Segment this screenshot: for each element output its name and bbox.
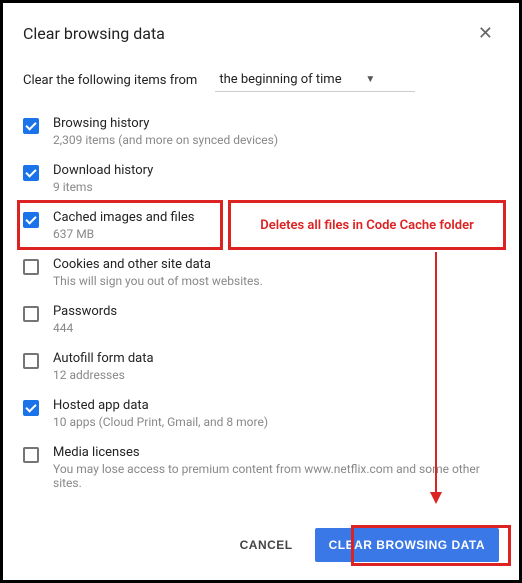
time-range-label: Clear the following items from [23, 73, 197, 88]
item-subtitle: 444 [53, 321, 499, 335]
checkbox-browsing-history[interactable] [23, 118, 39, 134]
time-range-value: the beginning of time [219, 72, 341, 87]
checkbox-hosted-app[interactable] [23, 400, 39, 416]
checkbox-cookies[interactable] [23, 259, 39, 275]
dialog-header: Clear browsing data ✕ [23, 21, 499, 46]
item-media-licenses: Media licenses You may lose access to pr… [23, 437, 499, 498]
clear-browsing-data-button[interactable]: CLEAR BROWSING DATA [315, 528, 499, 562]
items-list: Browsing history 2,309 items (and more o… [23, 108, 499, 498]
item-cookies: Cookies and other site data This will si… [23, 249, 499, 296]
item-title: Media licenses [53, 445, 499, 460]
dialog-buttons: CANCEL CLEAR BROWSING DATA [228, 528, 499, 562]
checkbox-media-licenses[interactable] [23, 447, 39, 463]
chevron-down-icon: ▼ [365, 74, 375, 85]
item-browsing-history: Browsing history 2,309 items (and more o… [23, 108, 499, 155]
checkbox-cached-images[interactable] [23, 212, 39, 228]
item-title: Autofill form data [53, 351, 499, 366]
item-cached-images: Cached images and files 637 MB [23, 202, 499, 249]
time-range-select[interactable]: the beginning of time ▼ [215, 68, 415, 92]
time-range-row: Clear the following items from the begin… [23, 68, 499, 92]
item-subtitle: You may lose access to premium content f… [53, 462, 499, 490]
item-autofill: Autofill form data 12 addresses [23, 343, 499, 390]
item-subtitle: 637 MB [53, 227, 499, 241]
item-passwords: Passwords 444 [23, 296, 499, 343]
item-title: Browsing history [53, 116, 499, 131]
item-hosted-app: Hosted app data 10 apps (Cloud Print, Gm… [23, 390, 499, 437]
item-subtitle: 12 addresses [53, 368, 499, 382]
item-subtitle: 10 apps (Cloud Print, Gmail, and 8 more) [53, 415, 499, 429]
item-subtitle: 2,309 items (and more on synced devices) [53, 133, 499, 147]
item-title: Cached images and files [53, 210, 499, 225]
item-title: Download history [53, 163, 499, 178]
close-icon[interactable]: ✕ [472, 21, 499, 46]
item-subtitle: 9 items [53, 180, 499, 194]
cancel-button[interactable]: CANCEL [228, 528, 305, 562]
item-title: Cookies and other site data [53, 257, 499, 272]
checkbox-download-history[interactable] [23, 165, 39, 181]
item-title: Hosted app data [53, 398, 499, 413]
dialog-title: Clear browsing data [23, 24, 165, 43]
clear-browsing-data-dialog: Clear browsing data ✕ Clear the followin… [3, 3, 519, 498]
item-title: Passwords [53, 304, 499, 319]
item-download-history: Download history 9 items [23, 155, 499, 202]
checkbox-autofill[interactable] [23, 353, 39, 369]
checkbox-passwords[interactable] [23, 306, 39, 322]
item-subtitle: This will sign you out of most websites. [53, 274, 499, 288]
